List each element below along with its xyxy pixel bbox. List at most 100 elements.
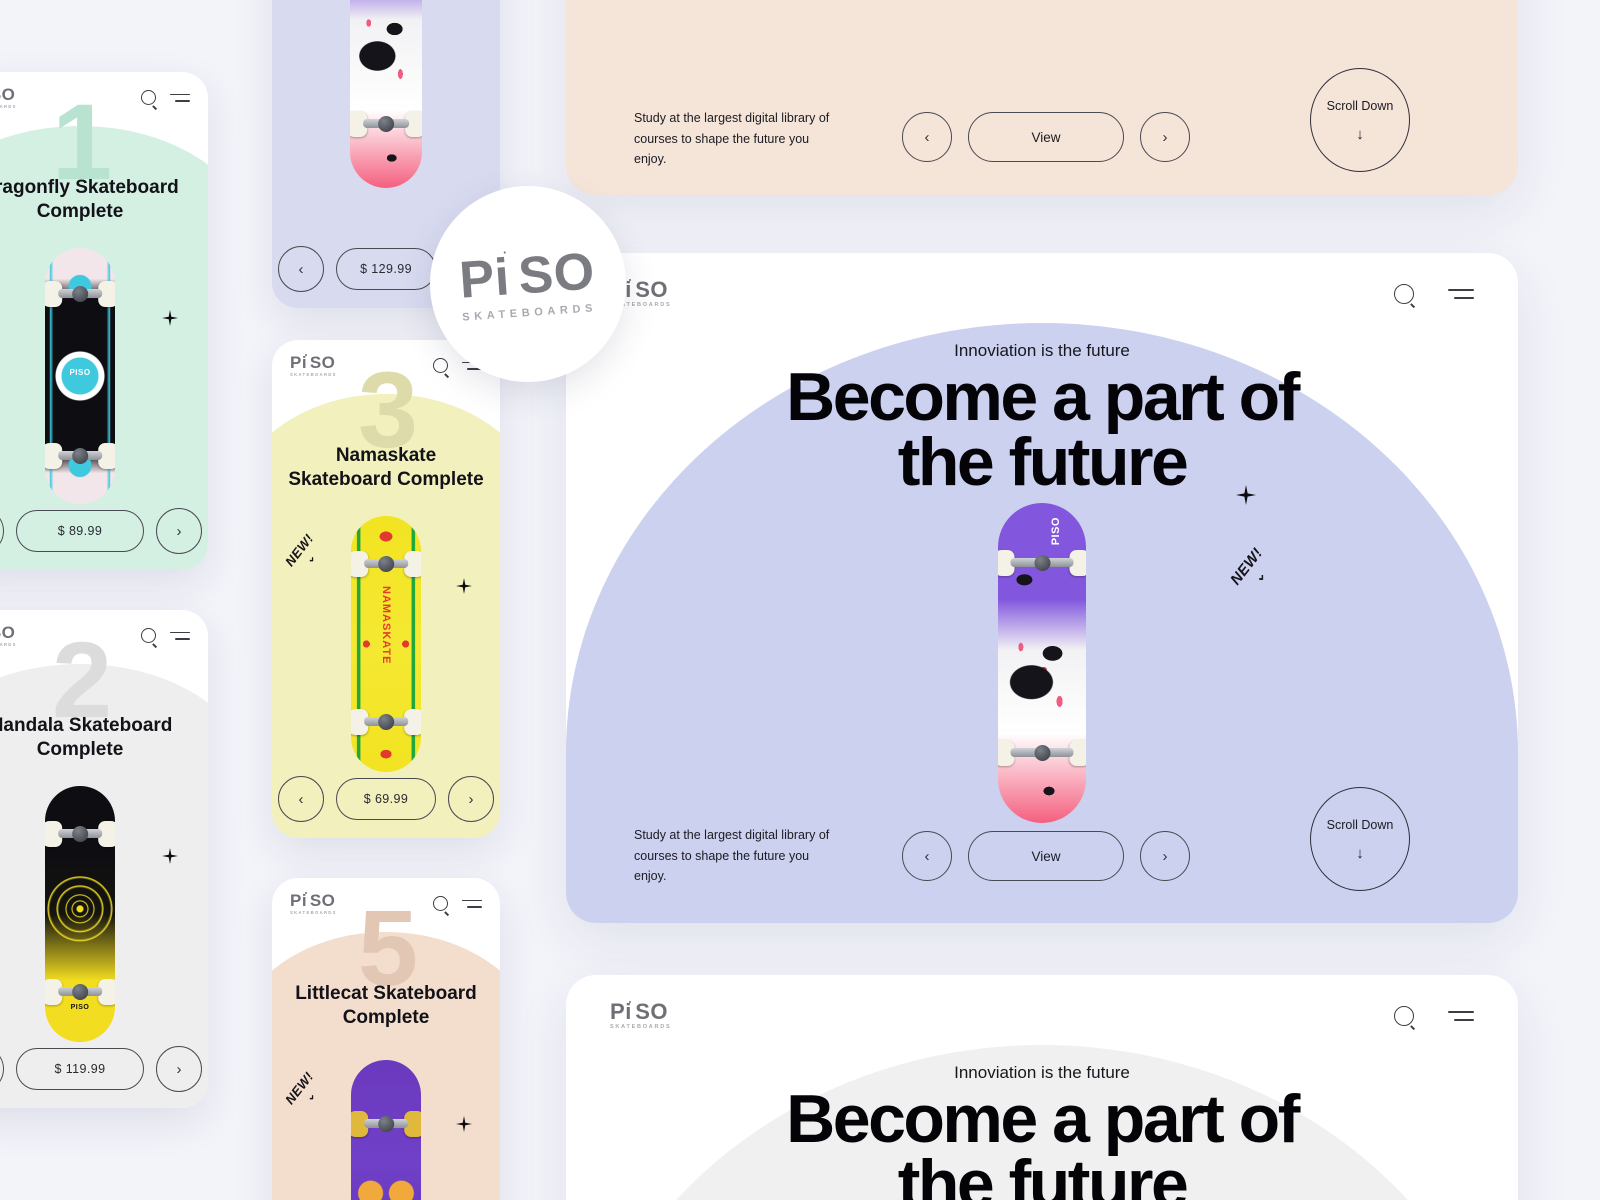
brand-logo[interactable]: P i SO SKATEBOARDS <box>290 892 337 915</box>
card-footer: ‹ $ 89.99 › <box>0 508 208 554</box>
bottom-header: P i SO SKATEBOARDS <box>566 975 1518 1031</box>
brand-logo[interactable]: P i SO SKATEBOARDS <box>290 354 337 377</box>
mobile-card-namaskate: P i SO SKATEBOARDS 3 Namaskate Skateboar… <box>272 340 500 838</box>
brand-logo[interactable]: P i SO SKATEBOARDS <box>0 86 17 109</box>
mobile-card-mandala: P i SO SKATEBOARDS 2 Mandala Skateboard … <box>0 610 208 1108</box>
logo-so: SO <box>635 999 668 1024</box>
search-icon[interactable] <box>433 896 448 912</box>
arrow-down-icon: ↓ <box>1356 125 1364 143</box>
logo-so: SO <box>0 623 16 642</box>
desktop-panel-bottom: P i SO SKATEBOARDS Innoviation is the fu… <box>566 975 1518 1200</box>
prev-button[interactable]: ‹ <box>278 246 324 292</box>
search-icon[interactable] <box>1394 1005 1414 1026</box>
desktop-panel-hero: P i SO SKATEBOARDS Innoviation is the fu… <box>566 253 1518 923</box>
brand-logo[interactable]: P i SO SKATEBOARDS <box>610 1001 671 1031</box>
view-button[interactable]: View <box>968 831 1124 881</box>
scroll-down-label: Scroll Down <box>1326 98 1394 113</box>
card-footer: ‹ $ 119.99 › <box>0 1046 208 1092</box>
card-footer: ‹ $ 69.99 › <box>272 776 500 822</box>
brand-tagline: SKATEBOARDS <box>0 642 17 647</box>
badge-logo-p: P <box>457 248 498 310</box>
sparkle-icon <box>162 848 178 869</box>
logo-spiral-icon: i <box>302 892 310 909</box>
hamburger-menu-icon[interactable] <box>1448 288 1474 299</box>
hamburger-menu-icon[interactable] <box>170 631 190 640</box>
scroll-down-button[interactable]: Scroll Down ↓ <box>1310 68 1410 172</box>
hero-carousel-controls: ‹ View › <box>902 831 1190 881</box>
hamburger-menu-icon[interactable] <box>170 93 190 102</box>
card-title: Mandala Skateboard Complete <box>0 715 173 760</box>
prev-button[interactable]: ‹ <box>902 112 952 162</box>
card-title: Littlecat Skateboard Complete <box>295 983 477 1028</box>
bottom-title-line2: the future <box>897 1146 1189 1200</box>
hero-header: P i SO SKATEBOARDS <box>566 253 1518 309</box>
bottom-title: Become a part of the future <box>566 1085 1518 1200</box>
skateboard-namaskate: NAMASKATE <box>351 516 421 772</box>
skateboard-dragon-hero: PISO <box>998 503 1086 823</box>
hamburger-menu-icon[interactable] <box>462 899 482 908</box>
search-icon[interactable] <box>433 358 448 374</box>
brand-logo[interactable]: P i SO SKATEBOARDS <box>0 624 17 647</box>
prev-button[interactable]: ‹ <box>278 776 324 822</box>
app-canvas: MEOW Study at the largest digital librar… <box>0 0 1600 1200</box>
badge-logo-so: SO <box>516 241 597 306</box>
sparkle-icon <box>456 578 472 599</box>
skateboard-littlecat <box>351 1060 421 1200</box>
prev-button[interactable]: ‹ <box>902 831 952 881</box>
logo-so: SO <box>0 85 16 104</box>
prev-button[interactable]: ‹ <box>0 508 4 554</box>
logo-spiral-icon: i <box>625 279 635 301</box>
desktop-panel-peach: MEOW Study at the largest digital librar… <box>566 0 1518 195</box>
hamburger-menu-icon[interactable] <box>1448 1010 1474 1021</box>
logo-so: SO <box>309 353 336 372</box>
badge-logo: P i SO SKATEBOARDS <box>457 241 598 323</box>
panel-description: Study at the largest digital library of … <box>634 111 830 167</box>
search-icon[interactable] <box>141 628 156 644</box>
board-word-text: NAMASKATE <box>380 586 392 665</box>
next-button[interactable]: › <box>156 508 202 554</box>
next-button[interactable]: › <box>156 1046 202 1092</box>
hero-kicker: Innoviation is the future <box>954 341 1130 360</box>
card-header: P i SO SKATEBOARDS <box>0 610 208 647</box>
price-button[interactable]: $ 89.99 <box>16 510 144 552</box>
panel-carousel-controls: ‹ View › <box>902 112 1190 162</box>
logo-spiral-icon: i <box>625 1001 635 1023</box>
card-header: P i SO SKATEBOARDS <box>0 72 208 109</box>
scroll-down-label: Scroll Down <box>1326 817 1394 832</box>
mobile-card-dragonfly: P i SO SKATEBOARDS 1 Dragonfly Skateboar… <box>0 72 208 570</box>
search-icon[interactable] <box>141 90 156 106</box>
next-button[interactable]: › <box>448 776 494 822</box>
view-button[interactable]: View <box>968 112 1124 162</box>
hero-title: Become a part of the future <box>566 363 1518 496</box>
hero-title-line2: the future <box>897 424 1189 501</box>
mobile-card-littlecat: P i SO SKATEBOARDS 5 Littlecat Skateboar… <box>272 878 500 1200</box>
logo-p: P <box>290 353 302 372</box>
bottom-kicker: Innoviation is the future <box>954 1063 1130 1082</box>
next-button[interactable]: › <box>1140 112 1190 162</box>
hero-description: Study at the largest digital library of … <box>634 828 830 884</box>
skateboard-dragonfly: PISO <box>45 248 115 504</box>
board-brand-text: PISO <box>70 1004 90 1011</box>
prev-button[interactable]: ‹ <box>0 1046 4 1092</box>
sparkle-icon <box>162 310 178 331</box>
logo-p: P <box>290 891 302 910</box>
skateboard-mandala: PISO <box>45 786 115 1042</box>
brand-tagline: SKATEBOARDS <box>290 910 337 915</box>
logo-spiral-icon: i <box>302 354 310 371</box>
next-button[interactable]: › <box>1140 831 1190 881</box>
search-icon[interactable] <box>1394 283 1414 304</box>
skateboard-dragon <box>350 0 422 188</box>
price-button[interactable]: $ 69.99 <box>336 778 436 820</box>
brand-logo-badge[interactable]: P i SO SKATEBOARDS <box>430 186 626 382</box>
arrow-down-icon: ↓ <box>1356 844 1364 862</box>
scroll-down-button[interactable]: Scroll Down ↓ <box>1310 787 1410 891</box>
brand-tagline: SKATEBOARDS <box>610 1024 672 1030</box>
price-button[interactable]: $ 119.99 <box>16 1048 144 1090</box>
logo-so: SO <box>635 277 668 302</box>
card-header: P i SO SKATEBOARDS <box>272 878 500 915</box>
card-title: Namaskate Skateboard Complete <box>288 445 484 490</box>
board-brand-text: PISO <box>1050 517 1063 546</box>
price-button[interactable]: $ 129.99 <box>336 248 436 290</box>
logo-so: SO <box>309 891 336 910</box>
badge-logo-spiral-icon: i <box>493 248 521 307</box>
